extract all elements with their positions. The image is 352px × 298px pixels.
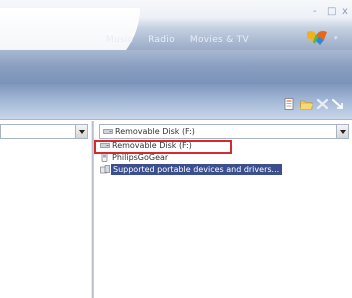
device-dropdown[interactable]: Removable Disk (F:) <box>99 124 349 139</box>
drive-icon <box>103 129 113 134</box>
right-pane: Removable Disk (F:) Removable Disk (F:) … <box>93 121 352 298</box>
list-item-label: PhilipsGoGear <box>112 153 169 162</box>
devices-icon <box>100 165 110 174</box>
list-item[interactable]: Removable Disk (F:) <box>99 140 349 151</box>
maximize-button[interactable]: □ <box>327 7 336 17</box>
chevron-down-icon[interactable] <box>75 125 87 138</box>
chevron-down-icon[interactable]: ▾ <box>334 34 338 42</box>
tab-movies-tv[interactable]: Movies & TV <box>190 35 249 45</box>
delete-icon[interactable] <box>316 98 329 110</box>
header-band <box>0 50 352 84</box>
drive-icon <box>100 143 110 148</box>
toolbar <box>0 84 352 120</box>
tab-radio[interactable]: Radio <box>148 35 175 45</box>
chevron-down-icon[interactable] <box>336 125 348 138</box>
minimize-button[interactable]: - <box>313 7 317 17</box>
device-list: Removable Disk (F:) PhilipsGoGear Suppor… <box>99 140 349 176</box>
tab-music[interactable]: Music <box>106 35 133 45</box>
new-document-icon[interactable] <box>283 98 296 110</box>
windows-media-logo-icon[interactable] <box>306 28 328 46</box>
device-icon <box>101 153 108 162</box>
arrow-icon[interactable] <box>332 98 345 110</box>
close-button[interactable]: x <box>342 7 348 17</box>
list-item-supported-devices[interactable]: Supported portable devices and drivers..… <box>99 164 349 175</box>
device-dropdown-value: Removable Disk (F:) <box>115 127 195 136</box>
left-pane <box>0 121 91 298</box>
open-folder-icon[interactable] <box>300 98 313 110</box>
title-bar: - □ x Music Radio Movies & TV ▾ <box>0 0 352 50</box>
list-item-label: Removable Disk (F:) <box>112 141 192 150</box>
nav-tabs: Music Radio Movies & TV <box>106 35 264 45</box>
list-item-philipsgogear[interactable]: PhilipsGoGear <box>99 152 349 163</box>
list-item-label: Supported portable devices and drivers..… <box>111 164 283 175</box>
left-source-dropdown[interactable] <box>0 124 88 139</box>
